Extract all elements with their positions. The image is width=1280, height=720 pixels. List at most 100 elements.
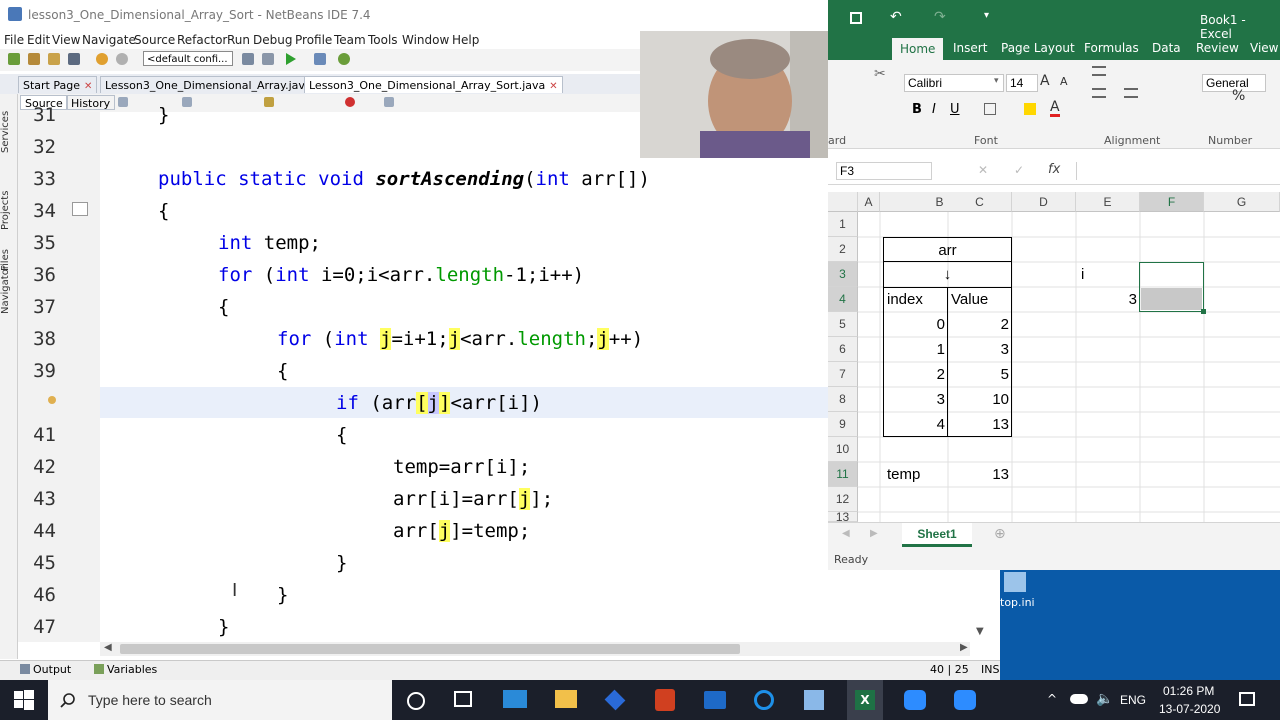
align-left-icon[interactable]	[1092, 88, 1106, 98]
desktop-file-label[interactable]: top.ini	[1000, 596, 1035, 609]
tab-formulas[interactable]: Formulas	[1084, 41, 1139, 55]
close-icon[interactable]: ✕	[549, 81, 557, 92]
scroll-down-icon[interactable]: ▼	[976, 626, 984, 637]
menu-tools[interactable]: Tools	[368, 33, 398, 47]
menu-edit[interactable]: Edit	[27, 33, 50, 47]
row-header-selected[interactable]: 4	[828, 287, 858, 312]
scroll-right-icon[interactable]: ▶	[960, 642, 968, 653]
taskbar-search-box[interactable]: Type here to search	[48, 680, 392, 720]
row-header[interactable]: 9	[828, 412, 858, 437]
cell-E4[interactable]: 3	[1076, 287, 1140, 312]
select-all-corner[interactable]	[828, 192, 858, 212]
menu-source[interactable]: Source	[134, 33, 175, 47]
redo-icon[interactable]: ↷	[934, 9, 946, 25]
excel-taskbar-icon[interactable]: X	[855, 690, 875, 710]
menu-file[interactable]: File	[4, 33, 24, 47]
cell-C7[interactable]: 5	[948, 362, 1012, 387]
menu-navigate[interactable]: Navigate	[82, 33, 136, 47]
tab-start-page[interactable]: Start Page ✕	[18, 76, 98, 93]
worksheet-grid[interactable]: A B C D E F G 1 2 3 4 5 6 7 8 9 10 11 12…	[828, 192, 1280, 522]
fold-collapse-icon[interactable]	[72, 202, 88, 216]
font-name-select[interactable]: Calibri	[904, 74, 1004, 92]
cell-E3[interactable]: i	[1077, 262, 1141, 287]
row-header[interactable]: 12	[828, 487, 858, 512]
cell-B4[interactable]: index	[884, 287, 948, 312]
row-header[interactable]: 8	[828, 387, 858, 412]
row-header[interactable]: 7	[828, 362, 858, 387]
cell-C5[interactable]: 2	[948, 312, 1012, 337]
underline-icon[interactable]: U	[950, 102, 960, 117]
align-top-icon[interactable]	[1092, 66, 1106, 76]
row-header[interactable]: 2	[828, 237, 858, 262]
edge-icon[interactable]	[754, 690, 774, 710]
clean-build-icon[interactable]	[262, 53, 274, 65]
navigator-panel-tab[interactable]: Navigator	[0, 258, 16, 322]
projects-panel-tab[interactable]: Projects	[0, 182, 16, 238]
cell-B6[interactable]: 1	[884, 337, 948, 362]
cell-C9[interactable]: 13	[948, 412, 1012, 437]
enter-icon[interactable]: ✓	[1014, 163, 1024, 177]
run-icon[interactable]	[286, 53, 296, 65]
cortana-icon[interactable]	[407, 692, 425, 710]
sheet-tab-sheet1[interactable]: Sheet1	[902, 523, 972, 547]
font-color-icon[interactable]: A	[1050, 100, 1060, 117]
undo-icon[interactable]: ↶	[890, 9, 902, 25]
chevron-up-icon[interactable]: ^	[1047, 692, 1057, 706]
clock-date[interactable]: 13-07-2020	[1159, 702, 1220, 716]
tab-insert[interactable]: Insert	[953, 41, 987, 55]
cancel-icon[interactable]: ✕	[978, 163, 988, 177]
tab-review[interactable]: Review	[1196, 41, 1239, 55]
cell-C11[interactable]: 13	[948, 462, 1012, 487]
find-icon[interactable]	[182, 97, 192, 107]
record-macro-icon[interactable]	[345, 97, 355, 107]
decrease-font-icon[interactable]: A	[1060, 75, 1068, 88]
cut-icon[interactable]: ✂	[874, 66, 886, 82]
comment-icon[interactable]	[384, 97, 394, 107]
column-header[interactable]: C	[948, 192, 1012, 212]
new-file-icon[interactable]	[8, 53, 20, 65]
menu-view[interactable]: View	[52, 33, 80, 47]
cell-C6[interactable]: 3	[948, 337, 1012, 362]
chevron-down-icon[interactable]: ▾	[994, 76, 999, 86]
profile-icon[interactable]	[338, 53, 350, 65]
tab-page-layout[interactable]: Page Layout	[1001, 41, 1075, 55]
netbeans-taskbar-icon[interactable]	[804, 690, 824, 710]
font-size-select[interactable]: 14	[1006, 74, 1038, 92]
cell-C8[interactable]: 10	[948, 387, 1012, 412]
scroll-thumb[interactable]	[120, 644, 740, 654]
column-header[interactable]: E	[1076, 192, 1140, 212]
insert-function-icon[interactable]: fx	[1048, 162, 1060, 177]
output-tab[interactable]: Output	[33, 663, 71, 676]
column-header[interactable]: D	[1012, 192, 1076, 212]
cell-B2[interactable]: arr	[883, 237, 1012, 262]
menu-profile[interactable]: Profile	[295, 33, 332, 47]
ini-file-icon[interactable]	[1004, 572, 1026, 592]
quick-access-dropdown-icon[interactable]: ▾	[984, 10, 989, 21]
zoom-meeting-icon[interactable]	[954, 690, 976, 710]
cell-B7[interactable]: 2	[884, 362, 948, 387]
cell-B3[interactable]: ↓	[883, 262, 1012, 287]
row-header[interactable]: 1	[828, 212, 858, 237]
scroll-left-icon[interactable]: ◀	[104, 642, 112, 653]
cell-B8[interactable]: 3	[884, 387, 948, 412]
menu-team[interactable]: Team	[334, 33, 366, 47]
undo-icon[interactable]	[96, 53, 108, 65]
percent-icon[interactable]: %	[1232, 88, 1245, 104]
row-header-selected[interactable]: 11	[828, 462, 858, 487]
menu-refactor[interactable]: Refactor	[177, 33, 227, 47]
italic-icon[interactable]: I	[932, 102, 936, 117]
open-project-icon[interactable]	[48, 53, 60, 65]
bookmark-icon[interactable]	[264, 97, 274, 107]
configuration-select[interactable]: <default confi...	[143, 51, 233, 66]
tab-array-sort[interactable]: Lesson3_One_Dimensional_Array_Sort.java ✕	[304, 76, 563, 93]
back-icon[interactable]	[118, 97, 128, 107]
bold-icon[interactable]: B	[912, 102, 922, 117]
fill-handle[interactable]	[1201, 309, 1206, 314]
menu-help[interactable]: Help	[452, 33, 479, 47]
windows-start-icon[interactable]	[14, 690, 34, 710]
zoom-icon[interactable]	[904, 690, 926, 710]
row-header-selected[interactable]: 3	[828, 262, 858, 287]
tab-one-dimensional-array[interactable]: Lesson3_One_Dimensional_Array.java✕	[100, 76, 330, 93]
cell-B5[interactable]: 0	[884, 312, 948, 337]
services-panel-tab[interactable]: Services	[0, 104, 16, 160]
